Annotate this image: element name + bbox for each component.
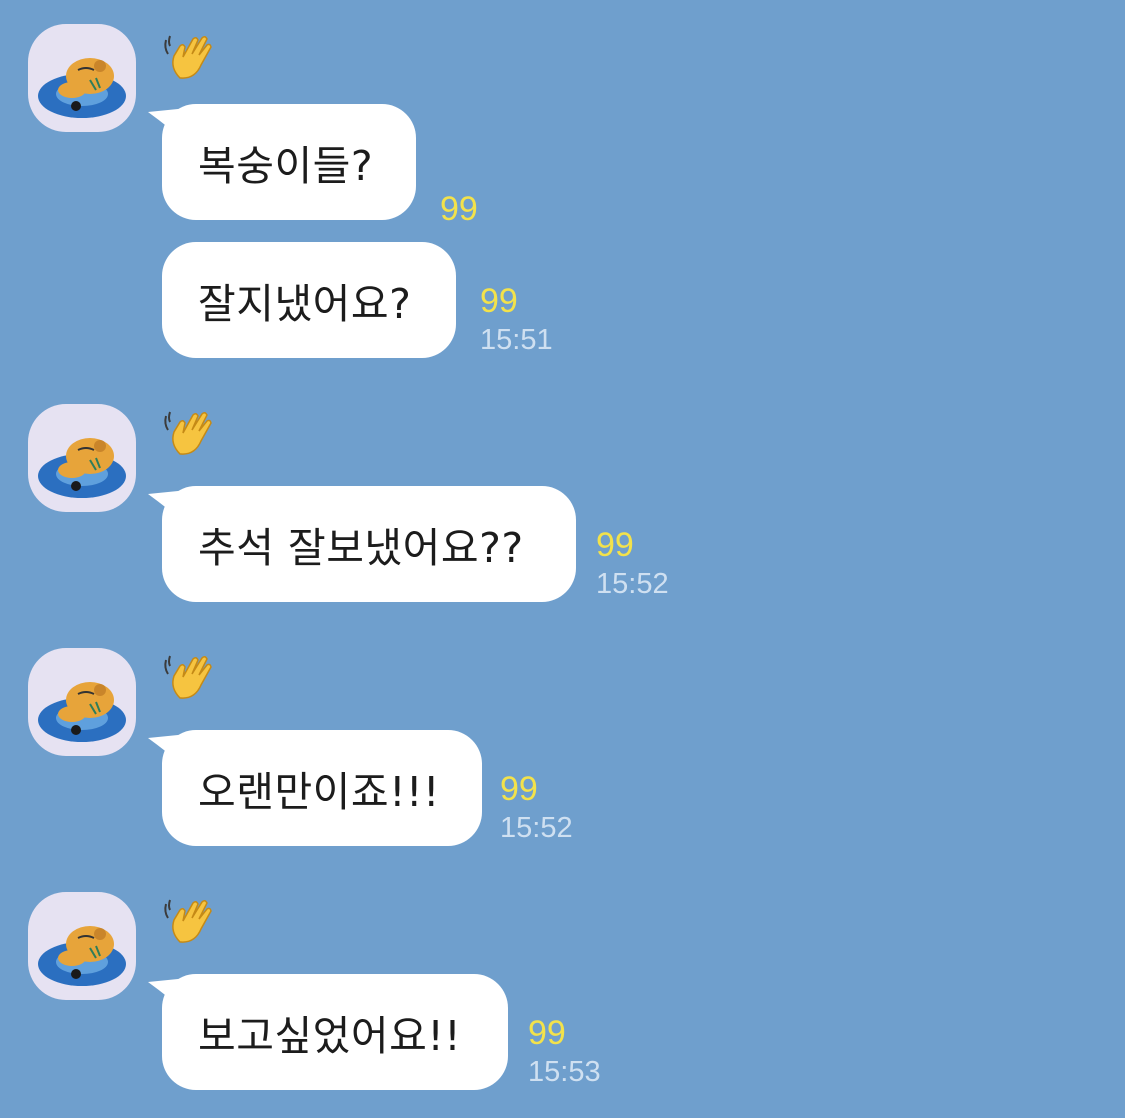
sender-name-wave bbox=[162, 30, 218, 86]
unread-count: 99 bbox=[440, 190, 478, 228]
sender-avatar[interactable] bbox=[28, 648, 136, 756]
message-time: 15:51 bbox=[480, 324, 553, 356]
message-bubble[interactable]: 추석 잘보냈어요?? bbox=[162, 486, 576, 602]
sender-avatar[interactable] bbox=[28, 404, 136, 512]
ryan-on-float-avatar-icon bbox=[38, 58, 126, 118]
message-bubble[interactable]: 복숭이들? bbox=[162, 104, 416, 220]
message-bubble[interactable]: 보고싶었어요!! bbox=[162, 974, 508, 1090]
message-meta: 99 bbox=[440, 192, 478, 226]
message-text: 보고싶었어요!! bbox=[198, 1012, 462, 1060]
waving-hand-icon bbox=[164, 899, 212, 943]
message-meta: 99 15:52 bbox=[500, 772, 573, 843]
message-text: 추석 잘보냈어요?? bbox=[198, 524, 524, 572]
sender-avatar[interactable] bbox=[28, 24, 136, 132]
unread-count: 99 bbox=[500, 770, 538, 808]
waving-hand-icon bbox=[164, 411, 212, 455]
message-meta: 99 15:53 bbox=[528, 1016, 601, 1087]
sender-name-wave bbox=[162, 406, 218, 462]
ryan-on-float-avatar-icon bbox=[38, 438, 126, 498]
waving-hand-icon bbox=[164, 655, 212, 699]
message-time: 15:52 bbox=[596, 568, 669, 600]
message-time: 15:52 bbox=[500, 812, 573, 844]
waving-hand-icon bbox=[164, 35, 212, 79]
unread-count: 99 bbox=[596, 526, 634, 564]
message-meta: 99 15:52 bbox=[596, 528, 669, 599]
unread-count: 99 bbox=[480, 282, 518, 320]
ryan-on-float-avatar-icon bbox=[38, 926, 126, 986]
sender-name-wave bbox=[162, 894, 218, 950]
message-text: 오랜만이죠!!! bbox=[198, 768, 440, 816]
message-meta: 99 15:51 bbox=[480, 284, 553, 355]
ryan-on-float-avatar-icon bbox=[38, 682, 126, 742]
message-bubble[interactable]: 잘지냈어요? bbox=[162, 242, 456, 358]
sender-avatar[interactable] bbox=[28, 892, 136, 1000]
message-bubble[interactable]: 오랜만이죠!!! bbox=[162, 730, 482, 846]
message-time: 15:53 bbox=[528, 1056, 601, 1088]
message-text: 잘지냈어요? bbox=[198, 280, 412, 328]
unread-count: 99 bbox=[528, 1014, 566, 1052]
sender-name-wave bbox=[162, 650, 218, 706]
message-text: 복숭이들? bbox=[198, 142, 374, 190]
